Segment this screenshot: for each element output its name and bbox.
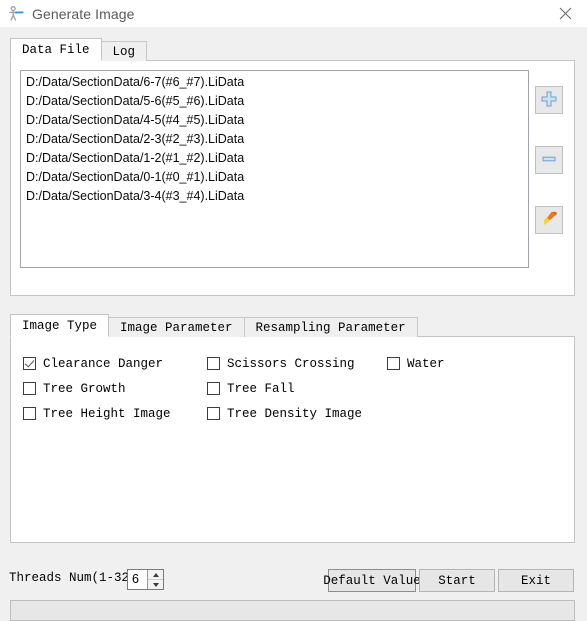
remove-file-button[interactable]	[535, 146, 563, 174]
checkbox-indicator[interactable]	[23, 382, 36, 395]
data-file-panel: D:/Data/SectionData/6-7(#6_#7).LiData D:…	[10, 60, 575, 296]
checkbox-row: Tree Growth Tree Fall	[23, 376, 563, 401]
stepper-arrows	[147, 570, 163, 589]
tab-image-type[interactable]: Image Type	[10, 314, 110, 337]
checkbox-label: Tree Growth	[43, 381, 126, 396]
start-button[interactable]: Start	[419, 569, 495, 592]
image-type-panel: Clearance Danger Scissors Crossing Water	[10, 336, 575, 543]
threads-num-label: Threads Num(1-32):	[9, 571, 145, 585]
top-tabbar: Data File Log	[10, 38, 148, 61]
checkbox-indicator[interactable]	[387, 357, 400, 370]
list-item[interactable]: D:/Data/SectionData/4-5(#4_#5).LiData	[21, 111, 528, 130]
checkbox-label: Tree Fall	[227, 381, 295, 396]
tab-log[interactable]: Log	[100, 41, 148, 61]
list-item[interactable]: D:/Data/SectionData/3-4(#3_#4).LiData	[21, 187, 528, 206]
tab-log-label: Log	[112, 44, 136, 59]
tab-image-parameter[interactable]: Image Parameter	[108, 317, 245, 337]
checkbox-indicator[interactable]	[207, 407, 220, 420]
tab-resampling-parameter-label: Resampling Parameter	[255, 320, 406, 335]
data-file-tabwidget: Data File Log D:/Data/SectionData/6-7(#6…	[10, 38, 575, 296]
checkbox-label: Scissors Crossing	[227, 356, 355, 371]
list-item[interactable]: D:/Data/SectionData/6-7(#6_#7).LiData	[21, 73, 528, 92]
checkbox-tree-density-image[interactable]: Tree Density Image	[207, 407, 387, 421]
image-settings-tabwidget: Image Type Image Parameter Resampling Pa…	[10, 314, 575, 543]
add-file-button[interactable]	[535, 86, 563, 114]
window-title: Generate Image	[32, 5, 135, 22]
checkbox-indicator[interactable]	[207, 357, 220, 370]
checkbox-indicator[interactable]	[23, 357, 36, 370]
bottom-tabbar: Image Type Image Parameter Resampling Pa…	[10, 314, 418, 337]
list-item[interactable]: D:/Data/SectionData/1-2(#1_#2).LiData	[21, 149, 528, 168]
list-item[interactable]: D:/Data/SectionData/0-1(#0_#1).LiData	[21, 168, 528, 187]
checkbox-label: Tree Height Image	[43, 406, 171, 421]
threads-num-stepper[interactable]: 6	[127, 569, 164, 590]
threads-num-value[interactable]: 6	[128, 570, 147, 589]
exit-button-label: Exit	[520, 573, 551, 588]
close-icon[interactable]	[543, 0, 587, 27]
window-titlebar: Generate Image	[0, 0, 587, 27]
checkbox-row: Tree Height Image Tree Density Image	[23, 401, 563, 426]
tab-data-file[interactable]: Data File	[10, 38, 102, 61]
tab-resampling-parameter[interactable]: Resampling Parameter	[243, 317, 418, 337]
checkbox-tree-growth[interactable]: Tree Growth	[23, 382, 207, 396]
tab-image-type-label: Image Type	[22, 318, 98, 333]
checkbox-tree-height-image[interactable]: Tree Height Image	[23, 407, 207, 421]
chevron-up-icon	[152, 572, 159, 577]
image-type-checkbox-grid: Clearance Danger Scissors Crossing Water	[23, 351, 563, 426]
checkbox-row: Clearance Danger Scissors Crossing Water	[23, 351, 563, 376]
checkbox-scissors-crossing[interactable]: Scissors Crossing	[207, 357, 387, 371]
app-figure-icon	[7, 5, 25, 23]
default-value-button[interactable]: Default Value	[323, 569, 421, 592]
clear-list-button[interactable]	[535, 206, 563, 234]
brush-icon	[540, 209, 559, 231]
stepper-down-button[interactable]	[148, 580, 163, 589]
default-value-button-label: Default Value	[323, 573, 421, 588]
exit-button[interactable]: Exit	[498, 569, 574, 592]
checkbox-indicator[interactable]	[207, 382, 220, 395]
checkbox-tree-fall[interactable]: Tree Fall	[207, 382, 387, 396]
list-item[interactable]: D:/Data/SectionData/5-6(#5_#6).LiData	[21, 92, 528, 111]
checkbox-indicator[interactable]	[23, 407, 36, 420]
checkbox-label: Water	[407, 356, 445, 371]
tab-image-parameter-label: Image Parameter	[120, 320, 233, 335]
list-item[interactable]: D:/Data/SectionData/2-3(#2_#3).LiData	[21, 130, 528, 149]
stepper-up-button[interactable]	[148, 570, 163, 580]
start-button-label: Start	[438, 573, 476, 588]
chevron-down-icon	[152, 582, 159, 587]
checkbox-water[interactable]: Water	[387, 357, 547, 371]
minus-icon	[540, 150, 558, 171]
tab-data-file-label: Data File	[22, 42, 90, 57]
status-bar	[10, 600, 575, 621]
dialog-body: Data File Log D:/Data/SectionData/6-7(#6…	[0, 27, 587, 621]
plus-icon	[540, 90, 558, 111]
checkbox-label: Clearance Danger	[43, 356, 164, 371]
file-list[interactable]: D:/Data/SectionData/6-7(#6_#7).LiData D:…	[20, 70, 529, 268]
checkbox-clearance-danger[interactable]: Clearance Danger	[23, 357, 207, 371]
checkbox-label: Tree Density Image	[227, 406, 363, 421]
